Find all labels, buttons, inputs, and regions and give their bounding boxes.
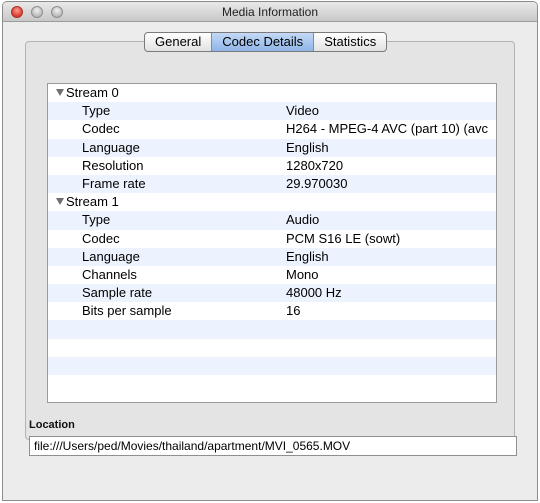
table-row[interactable]: Type Video [48, 102, 496, 121]
property-value: Audio [286, 212, 320, 228]
table-row[interactable]: Bits per sample 16 [48, 302, 496, 320]
property-name: Language [82, 248, 140, 264]
location-label: Location [29, 419, 75, 431]
stream-group-row[interactable]: Stream 1 [48, 193, 496, 211]
property-name: Language [82, 139, 140, 155]
property-name: Bits per sample [82, 303, 172, 319]
table-row[interactable]: Language English [48, 138, 496, 157]
property-value: 16 [286, 303, 301, 319]
table-row[interactable]: Resolution 1280x720 [48, 157, 496, 175]
property-value: 29.970030 [286, 175, 348, 191]
property-value: Video [286, 103, 320, 119]
table-row[interactable]: Language English [48, 247, 496, 266]
table-row[interactable]: Codec PCM S16 LE (sowt) [48, 230, 496, 248]
stream-label: Stream 0 [66, 85, 119, 100]
empty-row [48, 375, 496, 393]
stream-label: Stream 1 [66, 194, 119, 210]
tab-codec-details[interactable]: Codec Details [212, 33, 315, 51]
table-row[interactable]: Codec H264 - MPEG-4 AVC (part 10) (avc [48, 120, 496, 138]
tab-bar: General Codec Details Statistics [144, 32, 388, 52]
codec-details-table[interactable]: Stream 0 Type Video Codec H264 - MPEG-4 AVC … [47, 83, 497, 403]
disclosure-triangle-icon[interactable] [56, 89, 64, 96]
property-value: 48000 Hz [286, 285, 342, 301]
property-name: Sample rate [82, 285, 153, 301]
property-value: English [286, 139, 329, 155]
property-name: Resolution [82, 157, 144, 173]
property-name: Codec [82, 121, 120, 137]
empty-row [48, 339, 496, 357]
window-title: Media Information [221, 5, 319, 19]
tab-general[interactable]: General [145, 33, 213, 51]
tab-statistics[interactable]: Statistics [314, 33, 386, 51]
table-row[interactable]: Frame rate 29.970030 [48, 174, 496, 194]
property-name: Type [82, 103, 111, 119]
stream-group-row[interactable]: Stream 0 [48, 84, 496, 102]
table-row[interactable]: Channels Mono [48, 266, 496, 284]
title-bar[interactable]: Media Information [3, 2, 537, 22]
property-name: Frame rate [82, 175, 146, 191]
property-value: Mono [286, 266, 319, 282]
empty-row [48, 320, 496, 339]
property-name: Channels [82, 266, 137, 282]
property-name: Type [82, 212, 111, 228]
location-field[interactable]: file:///Users/ped/Movies/thailand/apartm… [29, 436, 517, 456]
property-value: PCM S16 LE (sowt) [286, 230, 401, 246]
property-value: H264 - MPEG-4 AVC (part 10) (avc [286, 121, 489, 137]
media-information-window: Media Information General Codec Details … [2, 1, 538, 501]
property-value: 1280x720 [286, 157, 344, 173]
table-row[interactable]: Sample rate 48000 Hz [48, 284, 496, 303]
empty-row [48, 356, 496, 375]
table-row[interactable]: Type Audio [48, 211, 496, 230]
property-value: English [286, 248, 329, 264]
disclosure-triangle-icon[interactable] [56, 198, 64, 206]
property-name: Codec [82, 230, 120, 246]
